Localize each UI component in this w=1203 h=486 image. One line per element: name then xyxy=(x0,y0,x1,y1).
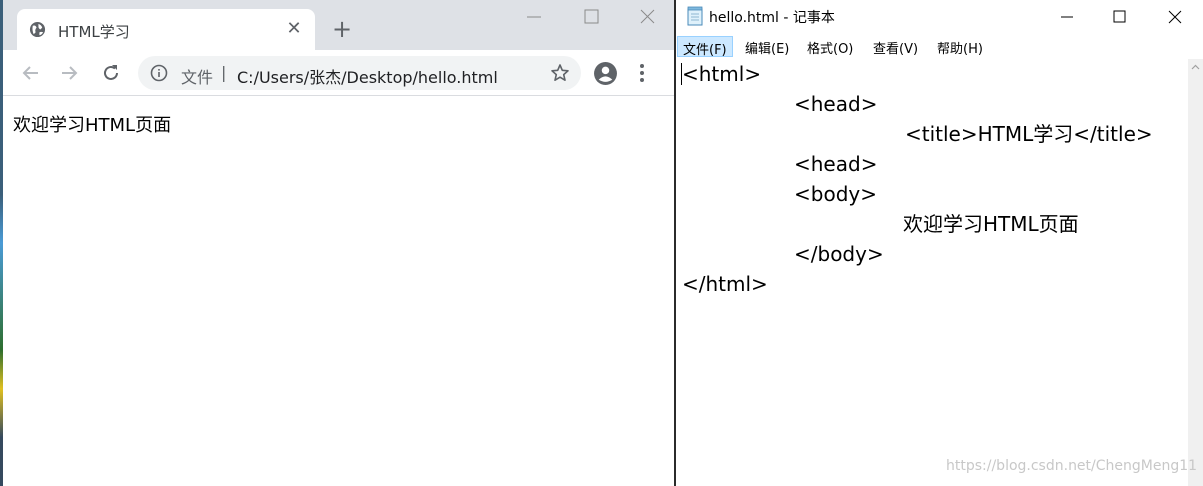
globe-icon xyxy=(29,21,46,38)
vertical-scrollbar[interactable] xyxy=(1188,59,1203,486)
maximize-button[interactable] xyxy=(1096,2,1142,32)
desktop-screen: HTML学习 ✕ + 文件 | C:/Users/张杰/Desktop/hell… xyxy=(0,0,1203,486)
browser-tab[interactable]: HTML学习 ✕ xyxy=(17,9,315,50)
page-viewport: 欢迎学习HTML页面 xyxy=(3,97,675,486)
page-body-text: 欢迎学习HTML页面 xyxy=(13,115,172,136)
profile-avatar-icon[interactable] xyxy=(593,61,618,86)
minimize-button[interactable] xyxy=(1044,2,1090,32)
code-line: <head> xyxy=(794,152,878,176)
code-line: <title>HTML学习</title> xyxy=(905,122,1153,146)
code-line: <head> xyxy=(794,92,878,116)
browser-toolbar: 文件 | C:/Users/张杰/Desktop/hello.html xyxy=(3,50,675,96)
reload-icon[interactable] xyxy=(99,61,123,85)
menu-view[interactable]: 查看(V) xyxy=(868,36,923,57)
address-bar[interactable]: 文件 | C:/Users/张杰/Desktop/hello.html xyxy=(138,56,581,90)
url-scheme-label: 文件 xyxy=(181,68,214,87)
code-line: </html> xyxy=(682,272,768,296)
maximize-button[interactable] xyxy=(576,4,606,30)
code-line: <body> xyxy=(794,182,877,206)
notepad-menu-bar: 文件(F) 编辑(E) 格式(O) 查看(V) 帮助(H) xyxy=(676,34,1203,59)
url-separator: | xyxy=(221,63,227,82)
notepad-title-bar: hello.html - 记事本 xyxy=(676,0,1203,34)
menu-help[interactable]: 帮助(H) xyxy=(932,36,988,57)
menu-format[interactable]: 格式(O) xyxy=(802,36,858,57)
scroll-up-arrow-icon[interactable] xyxy=(1191,63,1200,72)
more-menu-icon[interactable] xyxy=(636,62,648,84)
bookmark-star-icon[interactable] xyxy=(549,62,571,84)
code-line: 欢迎学习HTML页面 xyxy=(903,212,1079,236)
notepad-window: hello.html - 记事本 文件(F) 编辑(E) 格式(O) 查看(V)… xyxy=(676,0,1203,486)
tab-strip: HTML学习 ✕ + xyxy=(3,0,675,50)
info-icon[interactable] xyxy=(150,64,168,82)
close-window-button[interactable] xyxy=(633,4,663,30)
tab-close-icon[interactable]: ✕ xyxy=(283,18,305,40)
window-title: hello.html - 记事本 xyxy=(709,10,835,26)
tab-title: HTML学习 xyxy=(58,23,130,41)
menu-file[interactable]: 文件(F) xyxy=(677,36,733,58)
url-text[interactable]: C:/Users/张杰/Desktop/hello.html xyxy=(237,64,498,88)
code-line: <html> xyxy=(682,62,762,86)
chrome-window: HTML学习 ✕ + 文件 | C:/Users/张杰/Desktop/hell… xyxy=(0,0,675,486)
forward-arrow-icon[interactable] xyxy=(57,61,81,85)
back-arrow-icon[interactable] xyxy=(19,61,43,85)
text-editor-area[interactable]: <html> <head> <title>HTML学习</title> <hea… xyxy=(676,59,1188,486)
minimize-button[interactable] xyxy=(519,4,549,30)
notepad-icon xyxy=(687,6,703,26)
menu-edit[interactable]: 编辑(E) xyxy=(740,36,794,57)
code-line: </body> xyxy=(794,242,884,266)
close-window-button[interactable] xyxy=(1152,2,1198,32)
new-tab-button[interactable]: + xyxy=(329,17,355,43)
watermark-text: https://blog.csdn.net/ChengMeng11 xyxy=(946,458,1198,474)
